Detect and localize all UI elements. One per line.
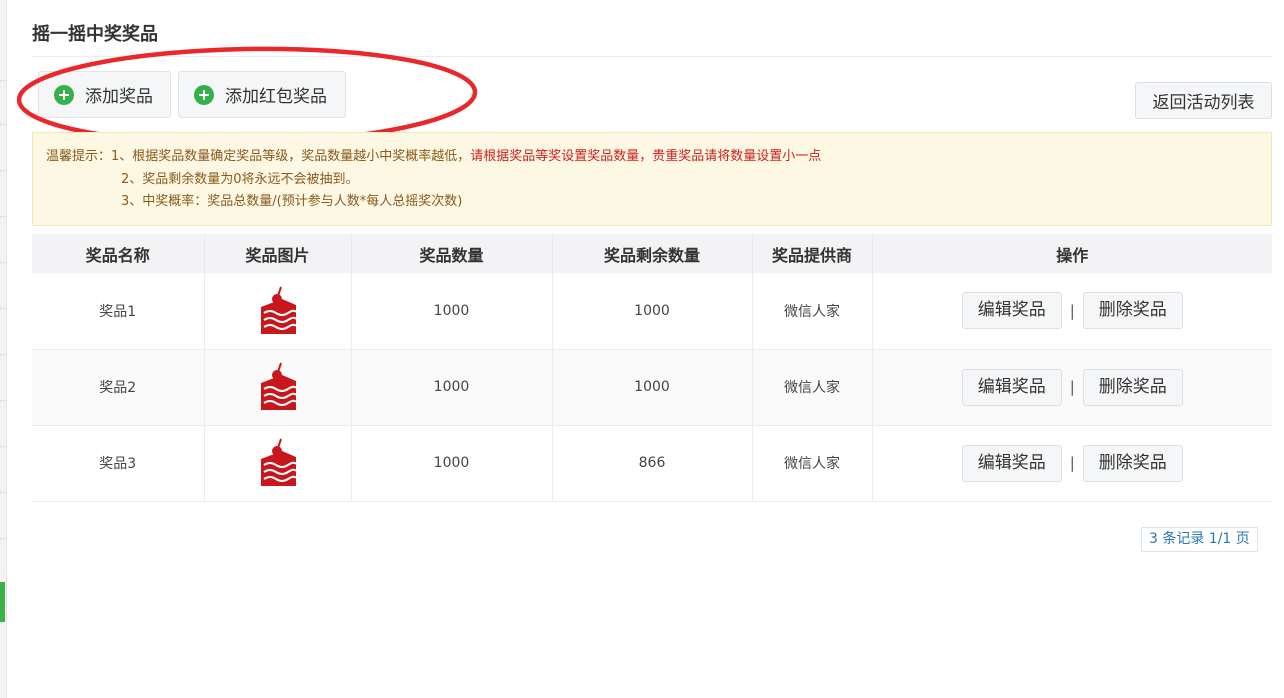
action-separator: | (1069, 378, 1075, 396)
delete-prize-button[interactable]: 删除奖品 (1082, 292, 1183, 330)
tip-line-1: 温馨提示：1、根据奖品数量确定奖品等级，奖品数量越小中奖概率越低，请根据奖品等奖… (46, 146, 821, 168)
edit-prize-button[interactable]: 编辑奖品 (961, 368, 1062, 406)
table-row: 奖品2 1000 1000 微信人家 编辑奖品 | 删除奖品 (32, 349, 1272, 426)
action-separator: | (1069, 301, 1075, 320)
prize-provider: 微信人家 (752, 273, 873, 350)
cake-icon (260, 362, 297, 410)
prize-table: 奖品名称 奖品图片 奖品数量 奖品剩余数量 奖品提供商 操作 奖品1 1000 (32, 234, 1272, 502)
page-title: 摇一摇中奖奖品 (32, 24, 158, 45)
row-actions: 编辑奖品 | 删除奖品 (872, 425, 1272, 502)
prize-remaining: 866 (552, 425, 753, 502)
add-redpacket-prize-button[interactable]: 添加红包奖品 (178, 71, 346, 118)
sidebar-active-indicator (0, 582, 5, 622)
cake-icon (260, 438, 297, 486)
tip-line-3: 3、中奖概率：奖品总数量/(预计参与人数*每人总摇奖次数) (121, 194, 463, 209)
sidebar-divider (0, 170, 7, 171)
row-actions: 编辑奖品 | 删除奖品 (872, 349, 1272, 426)
pagination-summary: 3 条记录 1/1 页 (1141, 527, 1258, 552)
prize-remaining: 1000 (552, 273, 753, 350)
add-prize-label: 添加奖品 (85, 87, 153, 107)
delete-prize-button[interactable]: 删除奖品 (1082, 444, 1183, 482)
add-prize-button[interactable]: 添加奖品 (38, 71, 171, 118)
prize-image-cell (204, 273, 352, 350)
sidebar-divider (0, 124, 7, 125)
row-actions: 编辑奖品 | 删除奖品 (872, 273, 1272, 350)
cake-icon (260, 286, 297, 334)
table-header-row: 奖品名称 奖品图片 奖品数量 奖品剩余数量 奖品提供商 操作 (32, 234, 1272, 273)
column-header: 奖品剩余数量 (552, 234, 753, 273)
plus-circle-icon (54, 84, 74, 105)
column-header: 奖品提供商 (752, 234, 873, 273)
tip-text: 1、根据奖品数量确定奖品等级，奖品数量越小中奖概率越低， (111, 149, 471, 164)
column-header: 奖品数量 (351, 234, 553, 273)
sidebar-divider (0, 400, 7, 401)
action-separator: | (1069, 454, 1075, 472)
sidebar-divider (0, 216, 7, 217)
prize-name: 奖品1 (32, 273, 205, 350)
sidebar-divider (0, 492, 7, 493)
tips-panel: 温馨提示：1、根据奖品数量确定奖品等级，奖品数量越小中奖概率越低，请根据奖品等奖… (32, 132, 1272, 226)
table-row: 奖品1 1000 1000 微信人家 编辑奖品 | 删除奖品 (32, 273, 1272, 350)
edit-prize-button[interactable]: 编辑奖品 (961, 444, 1062, 482)
add-redpacket-prize-label: 添加红包奖品 (225, 87, 327, 107)
sidebar-divider (0, 80, 7, 81)
plus-circle-icon (194, 84, 214, 105)
prize-remaining: 1000 (552, 349, 753, 426)
prize-name: 奖品3 (32, 425, 205, 502)
sidebar-divider (0, 308, 7, 309)
prize-image-cell (204, 349, 352, 426)
sidebar-divider (0, 538, 7, 539)
prize-provider: 微信人家 (752, 349, 873, 426)
left-sidebar-edge (0, 0, 7, 698)
sidebar-divider (0, 354, 7, 355)
table-row: 奖品3 1000 866 微信人家 编辑奖品 | 删除奖品 (32, 425, 1272, 502)
sidebar-divider (0, 262, 7, 263)
tip-line-2: 2、奖品剩余数量为0将永远不会被抽到。 (121, 172, 359, 187)
column-header: 操作 (872, 234, 1272, 273)
edit-prize-button[interactable]: 编辑奖品 (961, 292, 1062, 330)
return-to-activity-list-button[interactable]: 返回活动列表 (1135, 82, 1272, 119)
prize-quantity: 1000 (351, 425, 553, 502)
delete-prize-button[interactable]: 删除奖品 (1082, 368, 1183, 406)
title-divider (32, 56, 1272, 57)
prize-image-cell (204, 425, 352, 502)
prize-quantity: 1000 (351, 349, 553, 426)
column-header: 奖品名称 (32, 234, 205, 273)
tip-warning-text: 请根据奖品等奖设置奖品数量，贵重奖品请将数量设置小一点 (470, 149, 822, 164)
prize-provider: 微信人家 (752, 425, 873, 502)
prize-name: 奖品2 (32, 349, 205, 426)
tips-prefix: 温馨提示： (46, 149, 112, 164)
column-header: 奖品图片 (204, 234, 352, 273)
prize-quantity: 1000 (351, 273, 553, 350)
sidebar-divider (0, 446, 7, 447)
